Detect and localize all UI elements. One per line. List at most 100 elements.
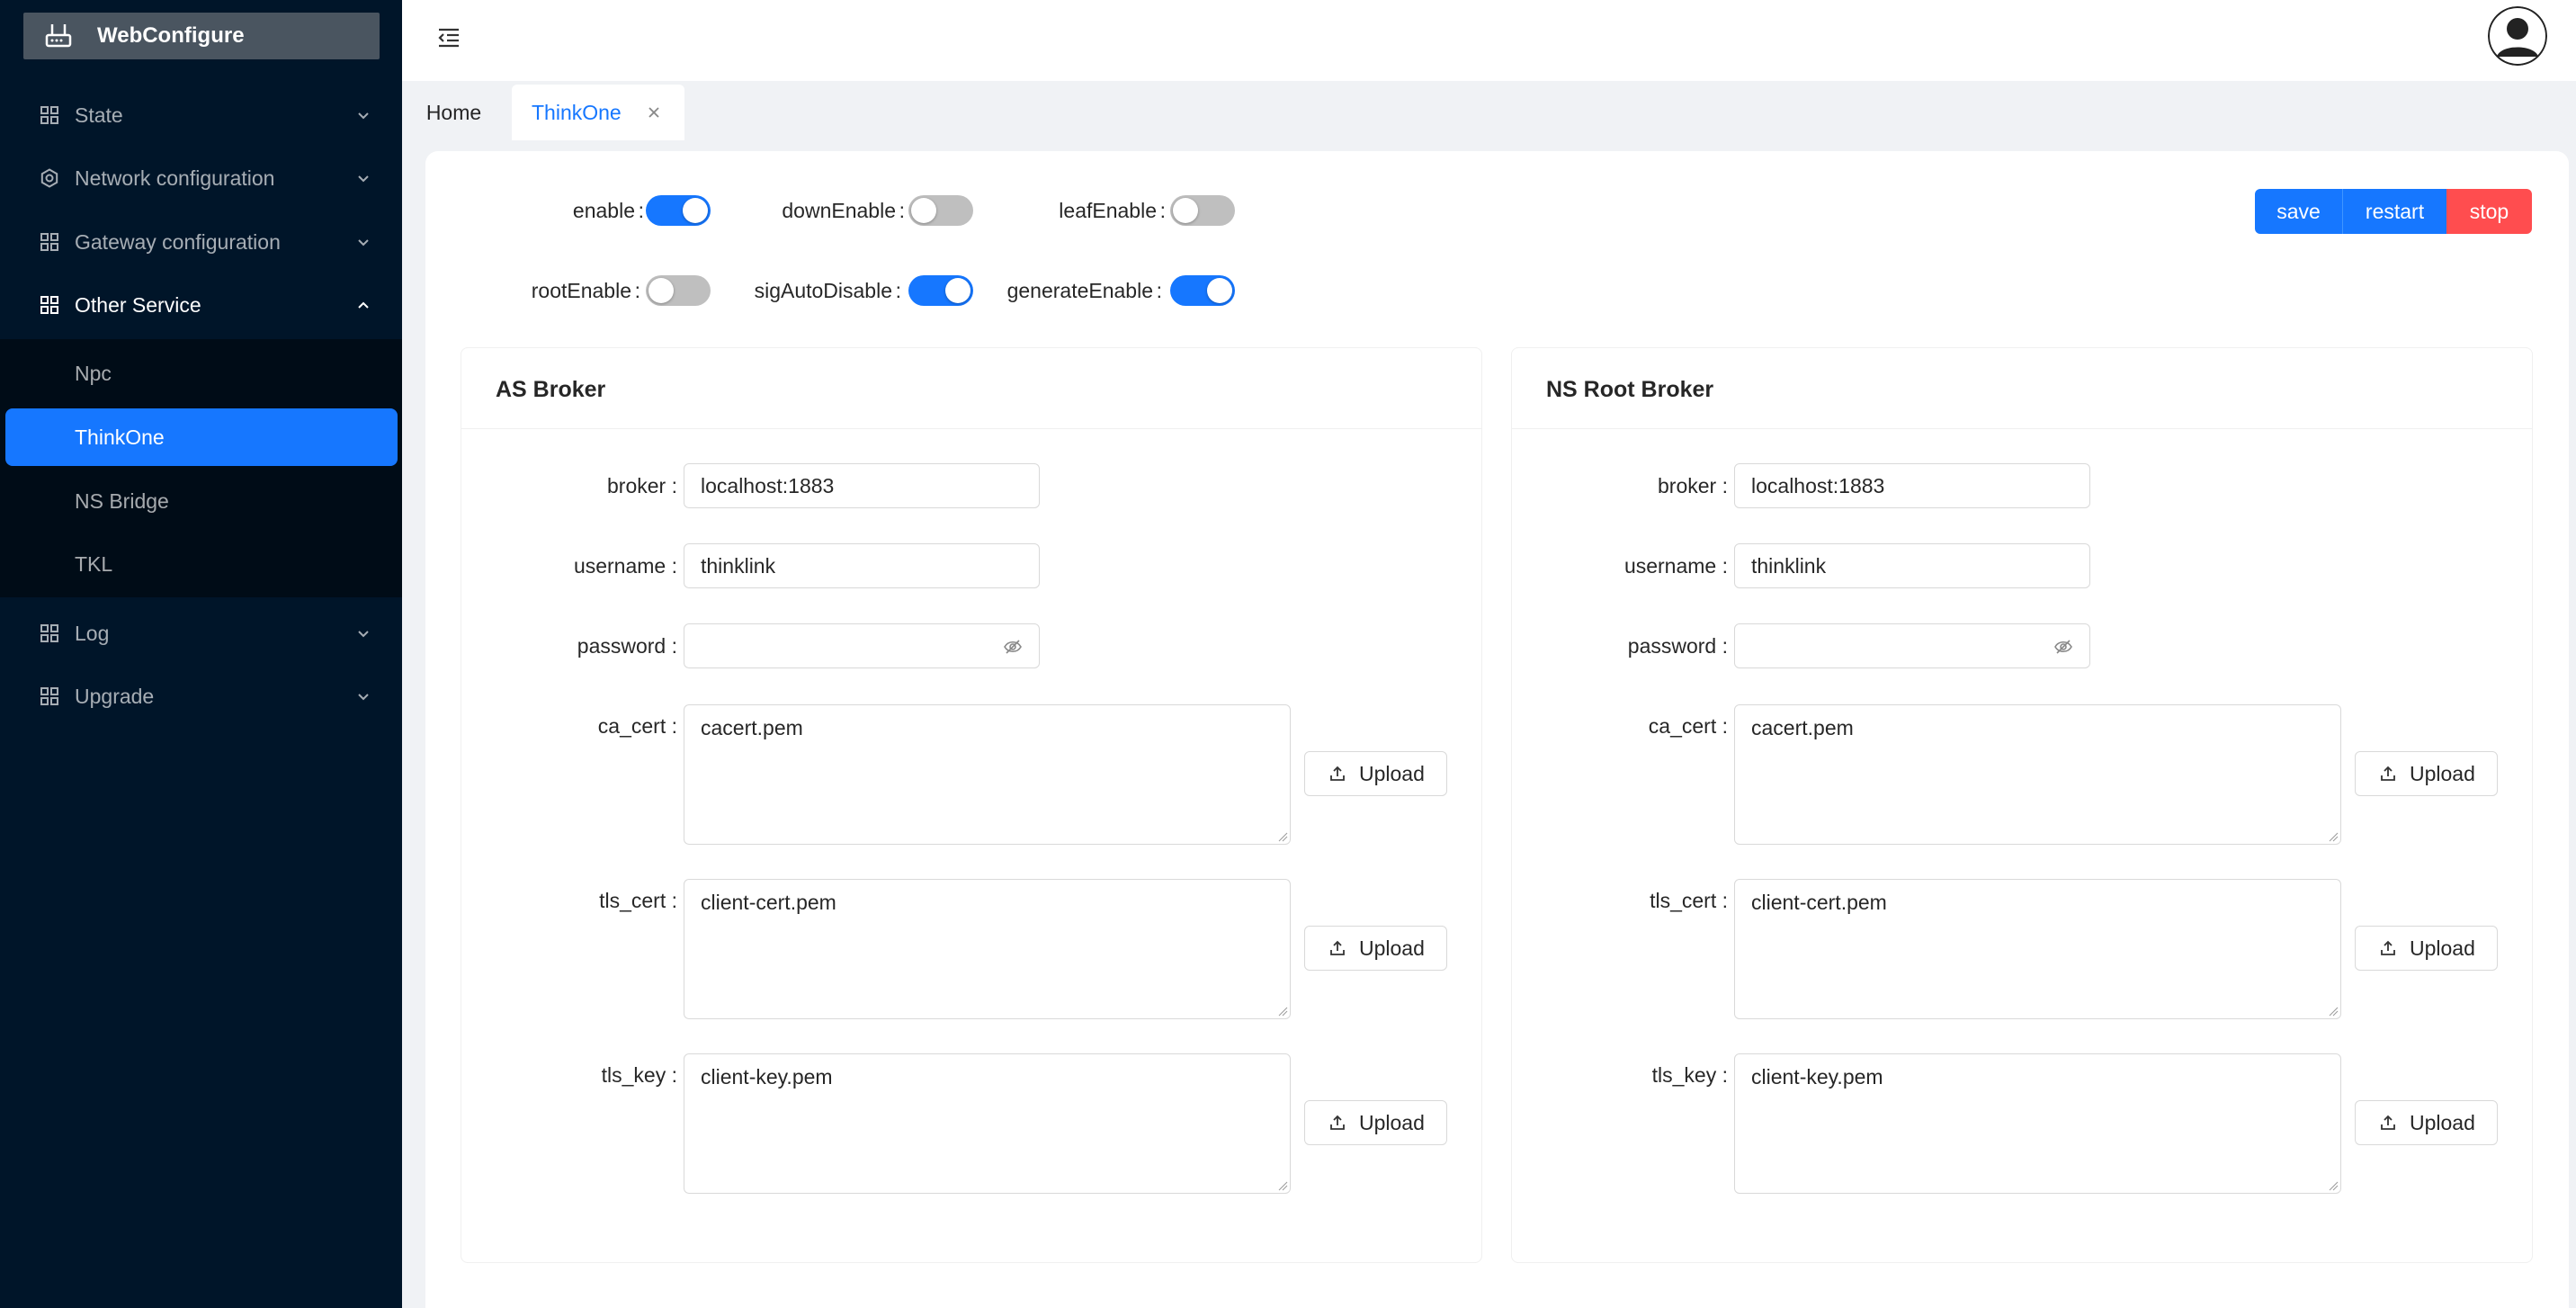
password-input[interactable] <box>684 623 1040 668</box>
sidebar-item-thinkone[interactable]: ThinkOne <box>5 408 398 466</box>
password-label: password : <box>1627 634 1728 658</box>
sidebar-item-label: Upgrade <box>75 684 155 708</box>
upload-label: Upload <box>2410 936 2475 960</box>
upload-label: Upload <box>1359 761 1425 785</box>
sidebar-item-label: State <box>75 103 123 127</box>
ca-cert-textarea[interactable]: cacert.pem <box>684 704 1291 845</box>
switch-knob <box>648 278 674 303</box>
upload-icon <box>2381 940 2395 955</box>
sidebar-item-label: NS Bridge <box>75 488 169 513</box>
sidebar-item-tkl[interactable]: TKL <box>5 535 398 593</box>
upload-icon <box>1330 940 1345 955</box>
ca-cert-upload-button[interactable]: Upload <box>1304 751 1447 796</box>
generateenable-label: generateEnable <box>1006 279 1153 302</box>
sidebar-item-log[interactable]: Log <box>0 602 402 665</box>
chevron-up-icon <box>358 301 369 309</box>
broker-input[interactable]: localhost:1883 <box>1734 463 2090 508</box>
menu-fold-icon[interactable] <box>436 25 461 50</box>
colon: : <box>638 199 644 222</box>
sidebar-item-gateway-configuration[interactable]: Gateway configuration <box>0 211 402 273</box>
tls-key-textarea[interactable]: client-key.pem <box>1734 1053 2341 1194</box>
leafenable-label: leafEnable <box>1059 199 1157 222</box>
tls-cert-textarea[interactable]: client-cert.pem <box>1734 879 2341 1019</box>
grid-icon <box>40 233 58 251</box>
page-tabs: Home ThinkOne <box>402 81 2576 140</box>
tls-key-upload-button[interactable]: Upload <box>1304 1100 1447 1145</box>
sidebar-item-upgrade[interactable]: Upgrade <box>0 665 402 728</box>
generateenable-switch[interactable] <box>1170 275 1235 306</box>
sidebar-item-state[interactable]: State <box>0 84 402 147</box>
resize-grip-icon[interactable] <box>2328 1006 2339 1017</box>
tls-key-label: tls_key : <box>1651 1063 1728 1087</box>
switch-knob <box>683 198 708 223</box>
switch-knob <box>1207 278 1232 303</box>
resize-grip-icon[interactable] <box>2328 831 2339 842</box>
app-title: WebConfigure <box>97 23 245 48</box>
ca-cert-textarea[interactable]: cacert.pem <box>1734 704 2341 845</box>
tab-thinkone[interactable]: ThinkOne <box>512 85 684 140</box>
upload-label: Upload <box>2410 1110 2475 1134</box>
ca-cert-label: ca_cert : <box>597 714 677 738</box>
sidebar-item-label: ThinkOne <box>75 425 165 449</box>
card-title: NS Root Broker <box>1546 377 1714 402</box>
ns-root-broker-card: NS Root Broker broker : localhost:1883 u… <box>1511 347 2533 1263</box>
rootenable-switch[interactable] <box>646 275 711 306</box>
user-avatar[interactable] <box>2488 6 2547 66</box>
action-button-group: save restart stop <box>2255 189 2532 234</box>
sidebar-item-other-service[interactable]: Other Service <box>0 273 402 336</box>
chevron-down-icon <box>358 631 369 638</box>
tls-cert-upload-button[interactable]: Upload <box>2355 926 2498 971</box>
stop-button[interactable]: stop <box>2446 189 2532 234</box>
tls-key-upload-button[interactable]: Upload <box>2355 1100 2498 1145</box>
tls-key-textarea[interactable]: client-key.pem <box>684 1053 1291 1194</box>
colon: : <box>1156 279 1162 302</box>
colon: : <box>899 199 905 222</box>
colon: : <box>1159 199 1166 222</box>
resize-grip-icon[interactable] <box>1277 1006 1288 1017</box>
tls-cert-textarea[interactable]: client-cert.pem <box>684 879 1291 1019</box>
chevron-down-icon <box>358 175 369 183</box>
broker-label: broker : <box>1658 474 1728 497</box>
resize-grip-icon[interactable] <box>1277 1180 1288 1191</box>
chevron-down-icon <box>358 112 369 120</box>
enable-switch[interactable] <box>646 195 711 226</box>
chevron-down-icon <box>358 694 369 701</box>
close-icon[interactable] <box>647 105 661 120</box>
upload-label: Upload <box>1359 936 1425 960</box>
tab-label: Home <box>425 100 482 124</box>
sidebar: WebConfigure State Network configuration… <box>0 0 402 1308</box>
sidebar-item-label: Log <box>75 621 110 645</box>
downenable-switch[interactable] <box>908 195 973 226</box>
resize-grip-icon[interactable] <box>2328 1180 2339 1191</box>
sidebar-item-ns-bridge[interactable]: NS Bridge <box>5 472 398 530</box>
password-input[interactable] <box>1734 623 2090 668</box>
username-label: username : <box>1623 554 1728 578</box>
grid-icon <box>40 624 58 642</box>
downenable-label: downEnable <box>782 199 896 222</box>
app-logo[interactable]: WebConfigure <box>23 13 380 59</box>
sidebar-item-label: Other Service <box>75 292 201 317</box>
top-header <box>402 0 2576 81</box>
sidebar-item-npc[interactable]: Npc <box>5 345 398 402</box>
sigautodisable-label: sigAutoDisable <box>754 279 892 302</box>
restart-button[interactable]: restart <box>2343 189 2446 234</box>
upload-icon <box>1330 766 1345 781</box>
leafenable-switch[interactable] <box>1170 195 1235 226</box>
card-title: AS Broker <box>496 377 606 402</box>
username-input[interactable]: thinklink <box>684 543 1040 588</box>
tab-home[interactable]: Home <box>402 85 505 140</box>
username-label: username : <box>573 554 677 578</box>
save-button[interactable]: save <box>2255 189 2343 234</box>
resize-grip-icon[interactable] <box>1277 831 1288 842</box>
broker-input[interactable]: localhost:1883 <box>684 463 1040 508</box>
sigautodisable-switch[interactable] <box>908 275 973 306</box>
tls-cert-upload-button[interactable]: Upload <box>1304 926 1447 971</box>
grid-icon <box>40 106 58 124</box>
sidebar-item-network-configuration[interactable]: Network configuration <box>0 147 402 210</box>
eye-invisible-icon[interactable] <box>1003 637 1023 657</box>
username-input[interactable]: thinklink <box>1734 543 2090 588</box>
ca-cert-upload-button[interactable]: Upload <box>2355 751 2498 796</box>
eye-invisible-icon[interactable] <box>2053 637 2073 657</box>
tls-cert-label: tls_cert : <box>1650 889 1728 912</box>
gear-icon <box>40 168 58 188</box>
